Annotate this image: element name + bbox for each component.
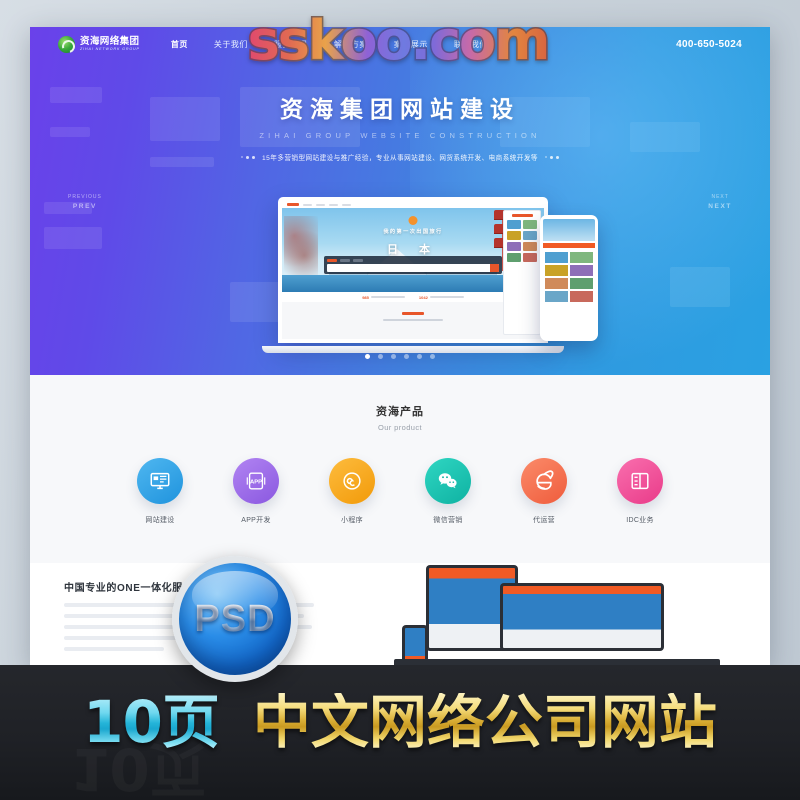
nav-item-home[interactable]: 首页 <box>158 39 201 50</box>
carousel-dot-1[interactable] <box>365 354 370 359</box>
website-mockup: 资海网络集团 ZIHAI NETWORK GROUP 首页 关于我们 服务项目 … <box>30 27 770 667</box>
hero-headline-cn: 资海集团网站建设 <box>280 96 520 122</box>
hero-subtitle-row: 15年多营销型网站建设与推广经验，专业从事网站建设、网货系统开发、电商系统开发等 <box>30 152 770 162</box>
hero-headline-en: ZIHAI GROUP WEBSITE CONSTRUCTION <box>259 131 541 140</box>
carousel-dots <box>30 354 770 359</box>
product-label-website: 网站建设 <box>145 517 175 524</box>
carousel-dot-4[interactable] <box>404 354 409 359</box>
carousel-dot-5[interactable] <box>417 354 422 359</box>
product-item-app[interactable]: APP APP开发 <box>228 458 284 525</box>
server-icon <box>617 458 663 504</box>
search-submit-icon <box>490 264 500 272</box>
product-item-wechat[interactable]: 微信营销 <box>420 458 476 525</box>
miniprogram-icon <box>329 458 375 504</box>
bottom-banner: 10页 10页 中文网络公司网站 <box>0 665 800 800</box>
site-logo[interactable]: 资海网络集团 ZIHAI NETWORK GROUP <box>58 36 140 53</box>
product-label-operation: 代运营 <box>533 517 555 524</box>
banner-title: 中文网络公司网站 <box>252 687 717 756</box>
next-label: NEXT <box>708 203 732 210</box>
brand-name-en: ZIHAI NETWORK GROUP <box>80 47 140 52</box>
carousel-dot-3[interactable] <box>391 354 396 359</box>
carousel-dot-6[interactable] <box>430 354 435 359</box>
banner-page-count: 10页 <box>83 687 220 756</box>
laptop-mockup: 我的第一次出国旅行 日 本 985 1042 <box>262 197 564 353</box>
explorer-icon <box>521 458 567 504</box>
mockup-laptop <box>500 583 664 651</box>
product-item-website[interactable]: 网站建设 <box>132 458 188 525</box>
travel-sidebar <box>503 210 541 335</box>
product-label-app: APP开发 <box>241 517 271 524</box>
prev-arrow-icon: PREVIOUS <box>68 194 102 200</box>
next-arrow-icon: NEXT <box>711 194 729 200</box>
travel-search-box[interactable] <box>323 256 503 274</box>
screenshot-canvas: 资海网络集团 ZIHAI NETWORK GROUP 首页 关于我们 服务项目 … <box>0 0 800 800</box>
product-label-wechat: 微信营销 <box>433 517 463 524</box>
product-item-miniprogram[interactable]: 小程序 <box>324 458 380 525</box>
psd-badge: PSD <box>172 556 298 682</box>
product-item-idc[interactable]: IDC业务 <box>612 458 668 525</box>
product-item-operation[interactable]: 代运营 <box>516 458 572 525</box>
prev-label: PREV <box>72 203 97 210</box>
wechat-icon <box>425 458 471 504</box>
sskoo-watermark: sskoo.com sskoo.com <box>246 8 552 74</box>
products-heading: 资海产品 Our product <box>30 403 770 432</box>
phone-screen <box>543 219 595 337</box>
brand-name-cn: 资海网络集团 <box>80 35 140 47</box>
products-title-en: Our product <box>377 423 422 432</box>
travel-badge-icon <box>408 216 418 225</box>
product-list: 网站建设 APP APP开发 小程序 微信营销 代运营 IDC业务 <box>30 458 770 525</box>
carousel-prev-button[interactable]: PREVIOUS PREV <box>68 194 102 211</box>
carousel-next-button[interactable]: NEXT NEXT <box>708 194 732 211</box>
watermark-text-fill: sskoo.com <box>247 9 551 72</box>
hero-device-mockups: 我的第一次出国旅行 日 本 985 1042 <box>262 197 598 367</box>
laptop-screen: 我的第一次出国旅行 日 本 985 1042 <box>278 197 548 343</box>
laptop-base <box>262 346 564 353</box>
bullet-dots-right-icon <box>544 155 559 159</box>
app-icon: APP <box>233 458 279 504</box>
product-label-idc: IDC业务 <box>626 517 654 524</box>
svg-text:APP: APP <box>250 479 262 485</box>
logo-mark-icon <box>58 36 75 53</box>
carousel-dot-2[interactable] <box>378 354 383 359</box>
travel-logo-icon <box>287 202 299 207</box>
responsive-device-mockups <box>394 563 720 667</box>
stat-value-1: 985 <box>362 294 369 300</box>
hero-headline-block: 资海集团网站建设 ZIHAI GROUP WEBSITE CONSTRUCTIO… <box>30 90 770 162</box>
hero-section: 资海网络集团 ZIHAI NETWORK GROUP 首页 关于我们 服务项目 … <box>30 27 770 375</box>
stat-value-2: 1042 <box>418 294 428 300</box>
banner-content: 10页 中文网络公司网站 <box>0 665 800 800</box>
travel-site-preview: 我的第一次出国旅行 日 本 985 1042 <box>282 201 544 339</box>
services-section: 中国专业的ONE一体化服务商 <box>30 563 770 667</box>
products-title-cn: 资海产品 <box>376 406 424 418</box>
monitor-icon <box>137 458 183 504</box>
product-label-miniprogram: 小程序 <box>341 517 363 524</box>
nav-phone-number: 400-650-5024 <box>676 39 742 50</box>
phone-mockup <box>540 215 598 341</box>
hero-subtitle: 15年多营销型网站建设与推广经验，专业从事网站建设、网货系统开发、电商系统开发等 <box>262 155 538 162</box>
travel-site-navbar <box>282 201 544 208</box>
bullet-dots-left-icon <box>241 155 256 159</box>
products-section: 资海产品 Our product 网站建设 APP APP开发 小程序 微信营销… <box>30 375 770 563</box>
psd-badge-label: PSD <box>194 597 276 640</box>
